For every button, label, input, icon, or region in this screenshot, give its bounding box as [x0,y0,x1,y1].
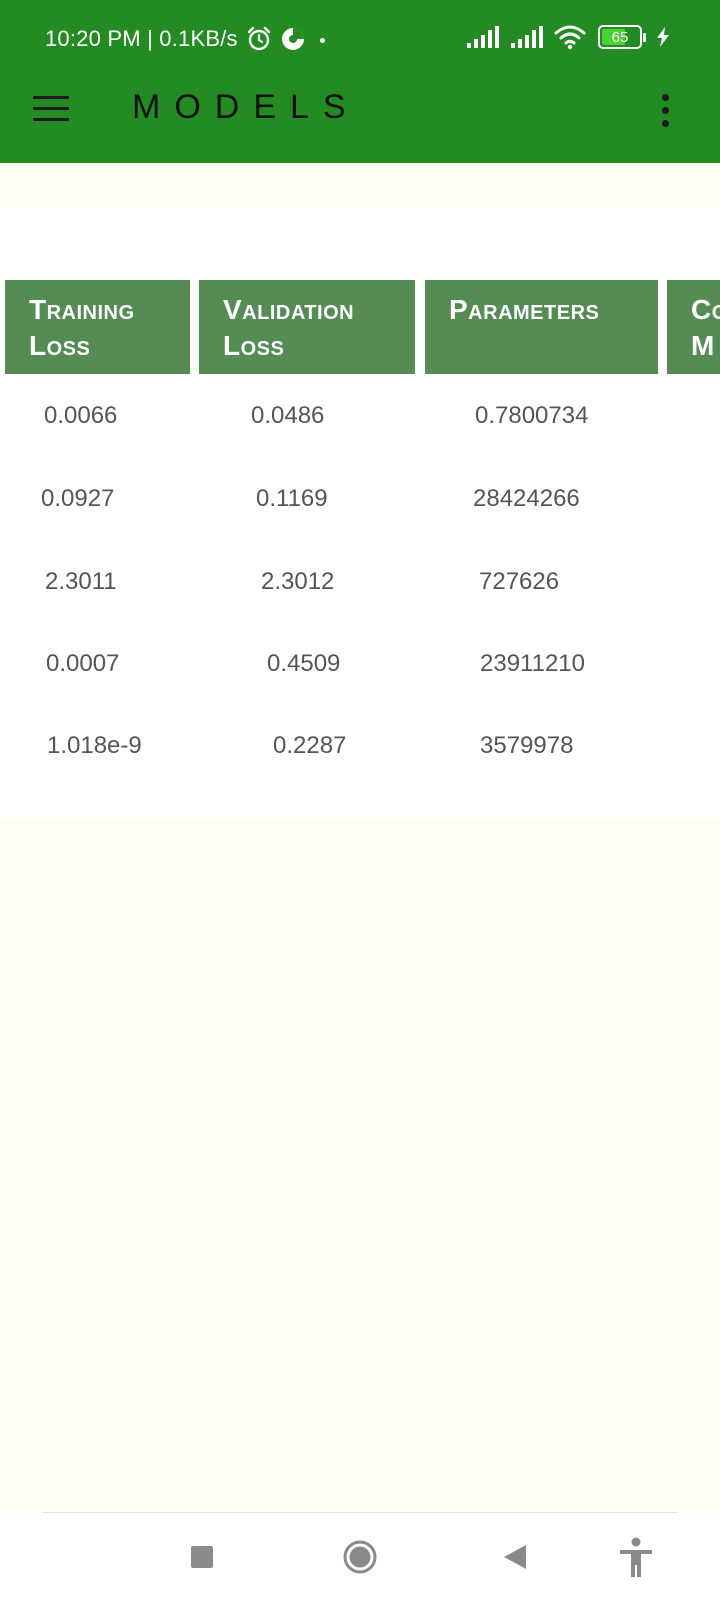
signal-icon [511,26,543,48]
hamburger-menu-icon[interactable] [33,96,69,126]
status-right: 65 [466,24,670,50]
notification-dot-icon [320,38,325,43]
table-cell-validation-loss: 0.0486 [251,402,325,429]
battery-level: 65 [611,28,629,46]
column-header-validation-loss[interactable]: Validation Loss [199,280,415,374]
table-cell-validation-loss: 0.2287 [273,732,347,759]
table-cell-parameters: 0.7800734 [475,402,589,429]
column-header-parameters[interactable]: Parameters [425,280,658,374]
models-table: Training Loss Validation Loss Parameters… [0,206,720,820]
page-title: MODELS [132,88,360,126]
battery-icon: 65 [598,25,646,49]
column-header-partial[interactable]: Co M [667,280,720,374]
table-cell-training-loss: 2.3011 [45,568,117,595]
table-cell-parameters: 727626 [479,568,560,595]
recents-square-icon[interactable] [190,1545,214,1569]
signal-icon [467,26,499,48]
more-vertical-icon[interactable] [658,94,672,130]
table-cell-validation-loss: 0.1169 [256,485,328,512]
table-cell-parameters: 3579978 [480,732,574,759]
table-cell-parameters: 28424266 [473,485,580,512]
column-header-training-loss[interactable]: Training Loss [5,280,190,374]
app-bar: 10:20 PM | 0.1KB/s 65 MODELS [0,0,720,163]
data-saver-icon [281,28,304,50]
system-nav-bar [0,1513,720,1600]
alarm-icon [247,26,270,51]
table-cell-parameters: 23911210 [480,650,585,677]
table-cell-validation-loss: 0.4509 [267,650,341,677]
back-triangle-icon[interactable] [503,1544,527,1570]
accessibility-icon[interactable] [618,1537,654,1579]
home-circle-icon[interactable] [343,1540,377,1574]
bolt-icon [657,27,669,47]
table-cell-training-loss: 0.0927 [41,485,115,512]
table-cell-training-loss: 0.0066 [44,402,118,429]
status-bar: 10:20 PM | 0.1KB/s 65 [0,0,720,80]
status-left: 10:20 PM | 0.1KB/s [45,26,306,52]
status-time: 10:20 PM | 0.1KB/s [45,26,238,51]
table-cell-validation-loss: 2.3012 [261,568,335,595]
table-cell-training-loss: 0.0007 [46,650,120,677]
table-cell-training-loss: 1.018e-9 [47,732,142,759]
wifi-icon [554,25,586,50]
